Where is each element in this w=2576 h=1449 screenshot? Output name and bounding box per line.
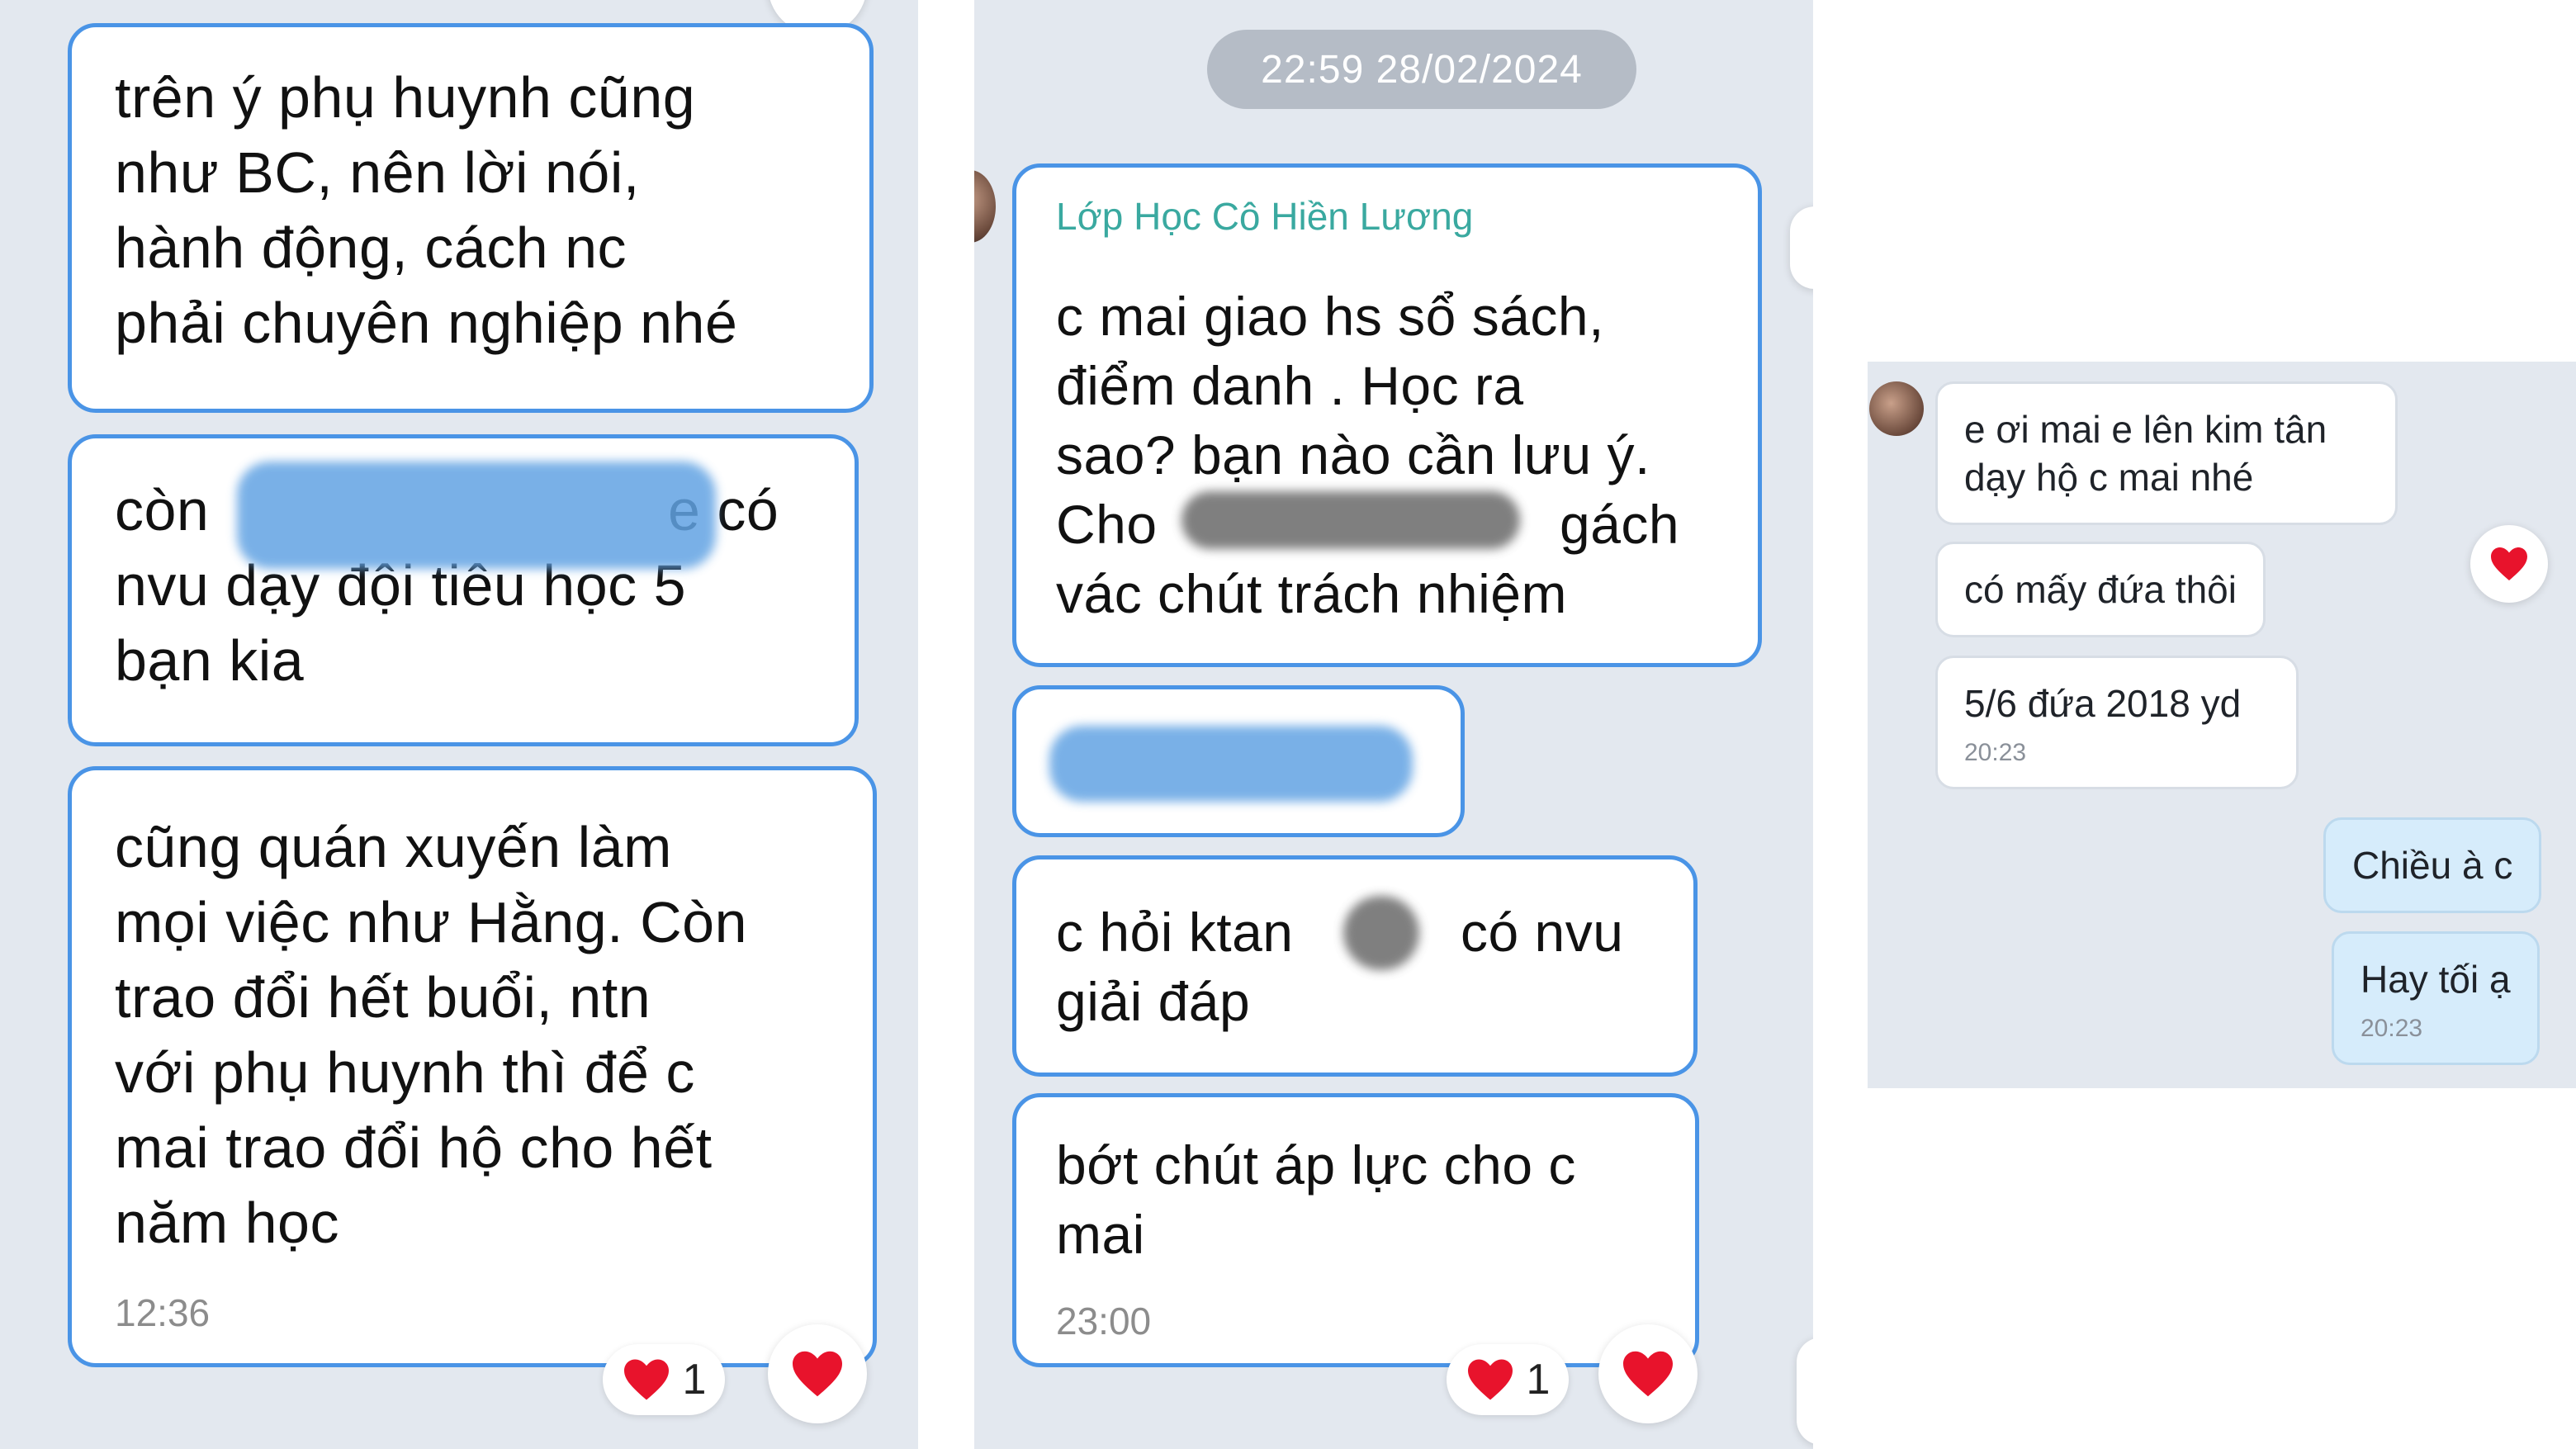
- message-time: 23:00: [1056, 1300, 1152, 1342]
- reaction-button[interactable]: [2470, 525, 2548, 603]
- reaction-button-edge[interactable]: [1790, 206, 1813, 289]
- reaction-button[interactable]: [1598, 1324, 1698, 1423]
- message-text: e ơi mai e lên kim tân dạy hộ c mai nhé: [1964, 408, 2327, 499]
- message-time: 20:23: [1964, 739, 2027, 766]
- heart-icon: [1467, 1359, 1513, 1400]
- incoming-message[interactable]: có mấy đứa thôi: [1935, 542, 2266, 637]
- message-bubble[interactable]: bớt chút áp lực cho c mai 23:00: [1012, 1093, 1699, 1367]
- redaction-blur: [1343, 896, 1419, 970]
- message-time: 20:23: [2361, 1015, 2423, 1042]
- redaction-blur: [237, 462, 716, 569]
- message-text: bớt chút áp lực cho c mai: [1056, 1134, 1576, 1265]
- reaction-count[interactable]: 1: [1447, 1344, 1569, 1415]
- message-text: có mấy đứa thôi: [1964, 568, 2237, 611]
- heart-icon: [793, 1351, 842, 1397]
- reaction-button[interactable]: [768, 1324, 867, 1423]
- chat-panel-left: trên ý phụ huynh cũng như BC, nên lời nó…: [0, 0, 918, 1449]
- message-text: Hay tối ạ: [2361, 958, 2511, 1001]
- message-text-rest: giải đáp: [1056, 971, 1251, 1032]
- message-text: c mai giao hs sổ sách, điểm danh . Học r…: [1056, 282, 1750, 628]
- heart-icon: [1623, 1351, 1673, 1397]
- message-text-start: Cho: [1056, 494, 1158, 555]
- chat-panel-middle: 22:59 28/02/2024 Lớp Học Cô Hiền Lương c…: [974, 0, 1813, 1449]
- message-text: Chiều à c: [2352, 844, 2513, 887]
- message-text-lines: c mai giao hs sổ sách, điểm danh . Học r…: [1056, 286, 1650, 485]
- reaction-count[interactable]: 1: [603, 1344, 725, 1415]
- heart-icon: [2491, 547, 2527, 580]
- message-text-rest: nvu dạy đội tiêu học 5 bạn kia: [115, 553, 687, 693]
- sender-name: Lớp Học Cô Hiền Lương: [1056, 195, 1474, 238]
- message-text: cũng quán xuyến làm mọi việc như Hằng. C…: [115, 815, 747, 1255]
- message-text-start: còn: [115, 478, 210, 542]
- message-bubble[interactable]: trên ý phụ huynh cũng như BC, nên lời nó…: [68, 23, 874, 413]
- reaction-count-number: 1: [1526, 1356, 1551, 1404]
- avatar[interactable]: [1869, 381, 1924, 436]
- message-text-end: có nvu: [1461, 902, 1624, 963]
- message-time: 12:36: [115, 1291, 211, 1334]
- incoming-message[interactable]: 5/6 đứa 2018 yd 20:23: [1935, 656, 2299, 789]
- message-text-start: c hỏi ktan: [1056, 902, 1294, 963]
- heart-icon: [623, 1359, 669, 1400]
- reaction-button-edge[interactable]: [1797, 1338, 1813, 1445]
- avatar[interactable]: [974, 170, 996, 243]
- message-text: trên ý phụ huynh cũng như BC, nên lời nó…: [115, 65, 738, 355]
- incoming-message[interactable]: e ơi mai e lên kim tân dạy hộ c mai nhé: [1935, 381, 2398, 525]
- message-text: 5/6 đứa 2018 yd: [1964, 682, 2242, 725]
- outgoing-message[interactable]: Hay tối ạ 20:23: [2332, 931, 2540, 1065]
- message-text-end: gách: [1560, 494, 1680, 555]
- chat-panel-right: e ơi mai e lên kim tân dạy hộ c mai nhé …: [1868, 362, 2576, 1088]
- message-text-last: vác chút trách nhiệm: [1056, 563, 1567, 624]
- message-bubble[interactable]: c hỏi ktan có nvu giải đáp: [1012, 855, 1698, 1077]
- message-bubble-redacted[interactable]: [1012, 685, 1465, 837]
- message-bubble[interactable]: Lớp Học Cô Hiền Lương c mai giao hs sổ s…: [1012, 163, 1762, 667]
- date-separator: 22:59 28/02/2024: [1207, 30, 1636, 109]
- reaction-count-number: 1: [682, 1356, 707, 1404]
- message-bubble[interactable]: còn e có nvu dạy đội tiêu học 5 bạn kia: [68, 434, 859, 746]
- outgoing-message[interactable]: Chiều à c: [2323, 817, 2542, 913]
- redaction-blur: [1049, 726, 1413, 802]
- redaction-blur: [1181, 491, 1520, 549]
- message-bubble[interactable]: cũng quán xuyến làm mọi việc như Hằng. C…: [68, 766, 877, 1367]
